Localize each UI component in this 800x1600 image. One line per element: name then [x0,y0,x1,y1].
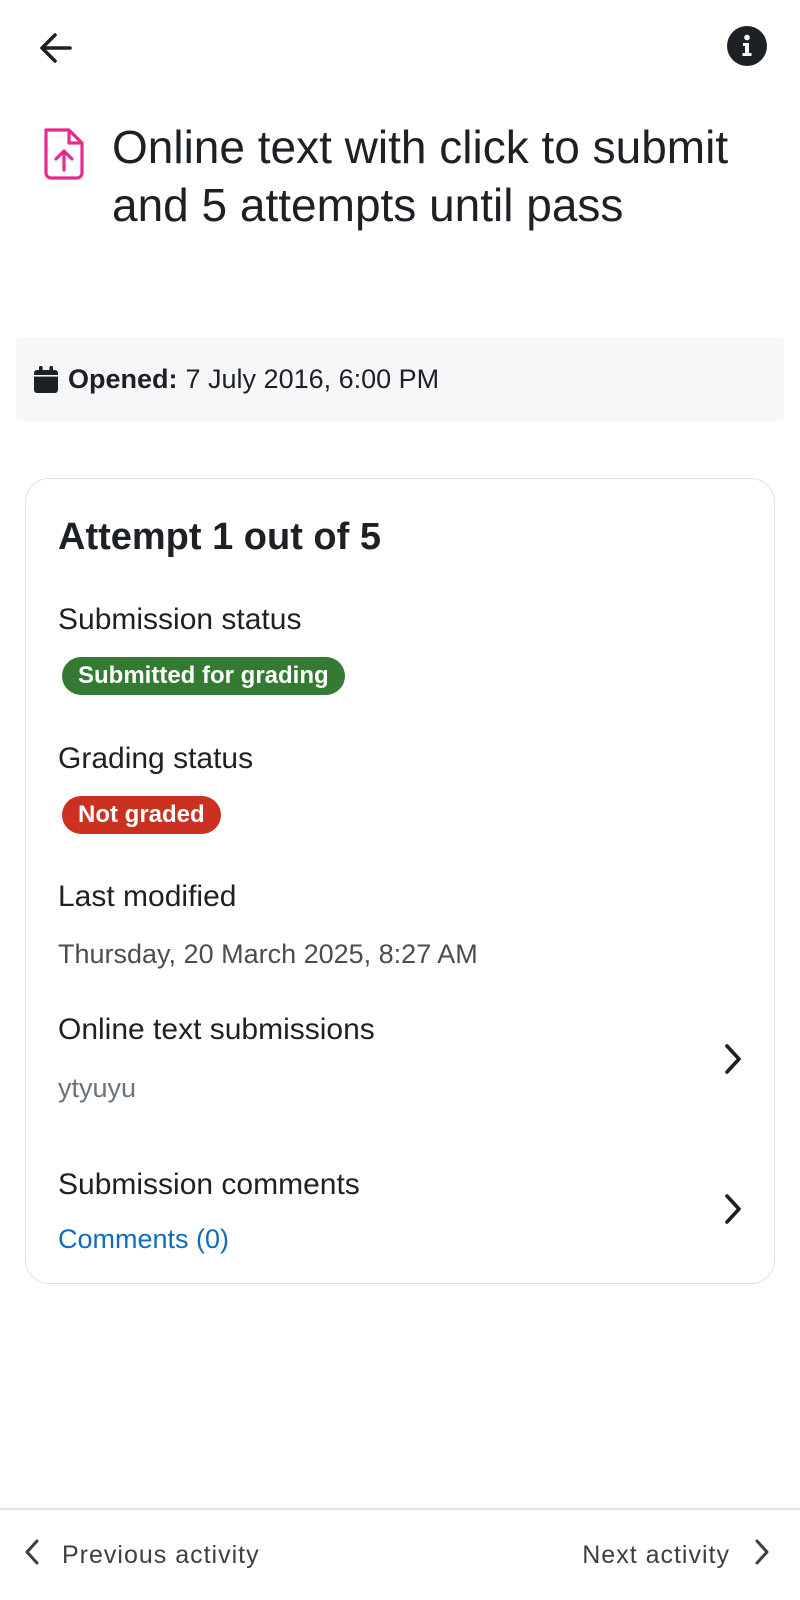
next-activity-button[interactable]: Next activity [582,1530,770,1580]
chevron-right-icon [719,1042,747,1076]
assignment-upload-icon [40,126,88,182]
attempt-title: Attempt 1 out of 5 [58,516,381,558]
opened-date: 7 July 2016, 6:00 PM [185,363,440,394]
attempt-card: Attempt 1 out of 5 Submission status Sub… [25,478,775,1284]
arrow-left-icon [36,28,76,73]
last-modified-value: Thursday, 20 March 2025, 8:27 AM [58,939,478,969]
chevron-right-icon [730,1539,770,1572]
back-button[interactable] [30,24,82,76]
submission-comments-label: Submission comments [58,1168,360,1201]
last-modified-label: Last modified [58,880,237,913]
submission-comments-row[interactable]: Submission comments Comments (0) [26,1139,773,1269]
grading-status-label: Grading status [58,742,254,775]
next-activity-label: Next activity [582,1540,730,1569]
info-button[interactable] [726,25,768,72]
calendar-icon [34,365,58,393]
activity-dates: Opened: 7 July 2016, 6:00 PM [16,337,784,421]
submission-status-badge: Submitted for grading [62,657,345,695]
chevron-left-icon [24,1539,62,1572]
online-text-value: ytyuyu [58,1073,137,1103]
online-text-row[interactable]: Online text submissions ytyuyu [26,989,773,1119]
info-circle-icon [726,25,768,72]
activity-navigation: Previous activity Next activity [0,1508,800,1600]
comments-link[interactable]: Comments (0) [58,1223,229,1255]
grading-status-badge: Not graded [62,796,221,834]
submission-status-label: Submission status [58,603,302,636]
page-title: Online text with click to submit and 5 a… [112,121,729,231]
top-bar [0,0,800,96]
previous-activity-label: Previous activity [62,1540,260,1569]
online-text-label: Online text submissions [58,1013,375,1046]
opened-label: Opened: [68,363,178,394]
previous-activity-button[interactable]: Previous activity [24,1530,260,1580]
chevron-right-icon [719,1192,747,1226]
